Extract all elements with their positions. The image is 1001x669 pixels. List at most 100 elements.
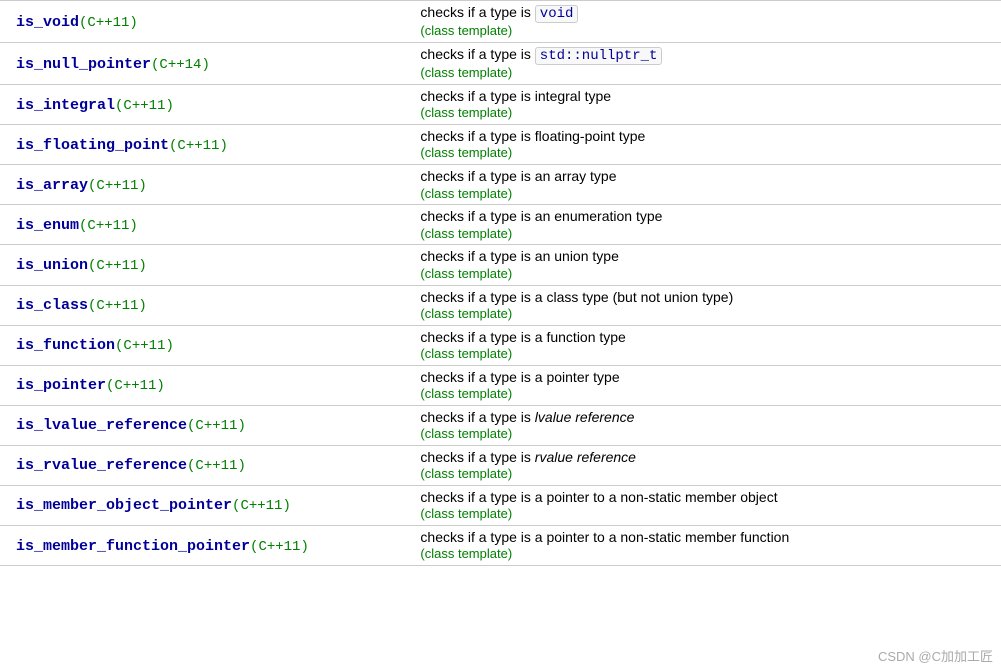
description-cell: checks if a type is void(class template) xyxy=(420,1,1001,43)
watermark-text: CSDN @C加加工匠 xyxy=(878,646,993,665)
version-tag: (C++11) xyxy=(106,378,165,394)
table-row: is_void(C++11) checks if a type is void(c… xyxy=(0,1,1001,43)
trait-cell: is_enum(C++11) xyxy=(0,205,420,245)
trait-link[interactable]: is_pointer xyxy=(16,377,106,394)
version-tag: (C++11) xyxy=(232,498,291,514)
table-row: is_array(C++11)checks if a type is an ar… xyxy=(0,165,1001,205)
version-tag: (C++11) xyxy=(79,15,138,31)
trait-link[interactable]: is_rvalue_reference xyxy=(16,457,187,474)
description-text: checks if a type is std::nullptr_t xyxy=(420,45,997,65)
trait-link[interactable]: is_member_function_pointer xyxy=(16,538,250,555)
trait-link[interactable]: is_void xyxy=(16,14,79,31)
version-tag: (C++11) xyxy=(115,338,174,354)
trait-cell: is_array(C++11) xyxy=(0,165,420,205)
trait-link[interactable]: is_function xyxy=(16,337,115,354)
trait-link[interactable]: is_union xyxy=(16,257,88,274)
description-text: checks if a type is floating-point type xyxy=(420,127,997,145)
description-text: checks if a type is void xyxy=(420,3,997,23)
table-row: is_null_pointer(C++14)checks if a type i… xyxy=(0,43,1001,85)
description-cell: checks if a type is a pointer to a non-s… xyxy=(420,485,1001,525)
trait-link[interactable]: is_class xyxy=(16,297,88,314)
inline-code[interactable]: std::nullptr_t xyxy=(535,47,663,65)
description-text: checks if a type is a function type xyxy=(420,328,997,346)
desc-pre: checks if a type is integral type xyxy=(420,88,611,104)
table-row: is_function(C++11)checks if a type is a … xyxy=(0,325,1001,365)
table-row: is_floating_point(C++11) checks if a type… xyxy=(0,125,1001,165)
kind-label: (class template) xyxy=(420,546,997,563)
kind-label: (class template) xyxy=(420,386,997,403)
description-cell: checks if a type is an array type (class … xyxy=(420,165,1001,205)
description-text: checks if a type is a pointer type xyxy=(420,368,997,386)
desc-pre: checks if a type is xyxy=(420,4,534,20)
kind-label: (class template) xyxy=(420,145,997,162)
desc-pre: checks if a type is an array type xyxy=(420,168,616,184)
table-row: is_integral(C++11)checks if a type is in… xyxy=(0,85,1001,125)
trait-link[interactable]: is_array xyxy=(16,177,88,194)
kind-label: (class template) xyxy=(420,186,997,203)
description-text: checks if a type is lvalue reference xyxy=(420,408,997,426)
description-cell: checks if a type is integral type(class … xyxy=(420,85,1001,125)
trait-link[interactable]: is_null_pointer xyxy=(16,56,151,73)
trait-cell: is_pointer(C++11) xyxy=(0,365,420,405)
version-tag: (C++11) xyxy=(187,458,246,474)
trait-cell: is_member_function_pointer(C++11) xyxy=(0,526,420,566)
kind-label: (class template) xyxy=(420,506,997,523)
desc-pre: checks if a type is xyxy=(420,409,534,425)
version-tag: (C++14) xyxy=(151,57,210,73)
version-tag: (C++11) xyxy=(88,258,147,274)
trait-link[interactable]: is_member_object_pointer xyxy=(16,497,232,514)
description-text: checks if a type is an union type xyxy=(420,247,997,265)
version-tag: (C++11) xyxy=(115,98,174,114)
kind-label: (class template) xyxy=(420,65,997,82)
description-text: checks if a type is an array type xyxy=(420,167,997,185)
trait-link[interactable]: is_integral xyxy=(16,97,115,114)
description-cell: checks if a type is std::nullptr_t(class… xyxy=(420,43,1001,85)
kind-label: (class template) xyxy=(420,306,997,323)
desc-italic: rvalue reference xyxy=(535,449,636,465)
desc-pre: checks if a type is an enumeration type xyxy=(420,208,662,224)
kind-label: (class template) xyxy=(420,23,997,40)
desc-pre: checks if a type is a function type xyxy=(420,329,625,345)
trait-link[interactable]: is_enum xyxy=(16,217,79,234)
version-tag: (C++11) xyxy=(88,178,147,194)
inline-code[interactable]: void xyxy=(535,5,579,23)
desc-pre: checks if a type is floating-point type xyxy=(420,128,645,144)
desc-pre: checks if a type is xyxy=(420,449,534,465)
table-row: is_pointer(C++11)checks if a type is a p… xyxy=(0,365,1001,405)
trait-cell: is_null_pointer(C++14) xyxy=(0,43,420,85)
table-row: is_member_function_pointer(C++11)checks … xyxy=(0,526,1001,566)
version-tag: (C++11) xyxy=(79,218,138,234)
description-cell: checks if a type is an union type(class … xyxy=(420,245,1001,285)
description-text: checks if a type is integral type xyxy=(420,87,997,105)
kind-label: (class template) xyxy=(420,426,997,443)
table-row: is_lvalue_reference(C++11)checks if a ty… xyxy=(0,405,1001,445)
trait-cell: is_union(C++11) xyxy=(0,245,420,285)
desc-italic: lvalue reference xyxy=(535,409,635,425)
description-cell: checks if a type is a class type (but no… xyxy=(420,285,1001,325)
table-row: is_class(C++11)checks if a type is a cla… xyxy=(0,285,1001,325)
description-cell: checks if a type is floating-point type(… xyxy=(420,125,1001,165)
description-cell: checks if a type is a function type(clas… xyxy=(420,325,1001,365)
version-tag: (C++11) xyxy=(250,539,309,555)
desc-pre: checks if a type is a pointer to a non-s… xyxy=(420,489,777,505)
description-cell: checks if a type is a pointer type(class… xyxy=(420,365,1001,405)
trait-link[interactable]: is_lvalue_reference xyxy=(16,417,187,434)
kind-label: (class template) xyxy=(420,466,997,483)
description-cell: checks if a type is a pointer to a non-s… xyxy=(420,526,1001,566)
desc-pre: checks if a type is a pointer to a non-s… xyxy=(420,529,789,545)
trait-link[interactable]: is_floating_point xyxy=(16,137,169,154)
trait-cell: is_member_object_pointer(C++11) xyxy=(0,485,420,525)
table-row: is_union(C++11)checks if a type is an un… xyxy=(0,245,1001,285)
version-tag: (C++11) xyxy=(169,138,228,154)
type-traits-table: is_void(C++11)checks if a type is void(c… xyxy=(0,0,1001,566)
trait-cell: is_integral(C++11) xyxy=(0,85,420,125)
description-text: checks if a type is rvalue reference xyxy=(420,448,997,466)
trait-cell: is_function(C++11) xyxy=(0,325,420,365)
kind-label: (class template) xyxy=(420,226,997,243)
table-row: is_enum(C++11)checks if a type is an enu… xyxy=(0,205,1001,245)
trait-cell: is_class(C++11) xyxy=(0,285,420,325)
desc-pre: checks if a type is xyxy=(420,46,534,62)
table-row: is_member_object_pointer(C++11)checks if… xyxy=(0,485,1001,525)
description-cell: checks if a type is rvalue reference(cla… xyxy=(420,445,1001,485)
table-row: is_rvalue_reference(C++11) checks if a ty… xyxy=(0,445,1001,485)
